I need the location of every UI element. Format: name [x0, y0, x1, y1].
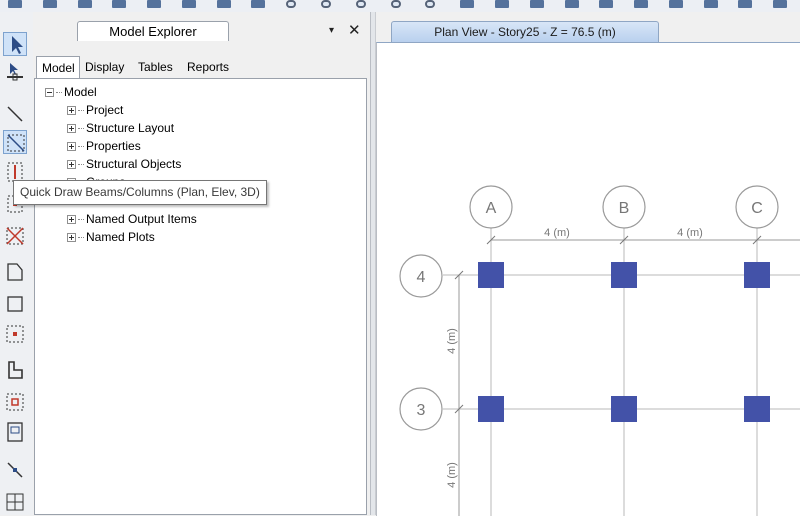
- dimension-label: 4 (m): [544, 227, 570, 239]
- shading-icon[interactable]: [704, 0, 720, 10]
- grid-label-c: C: [751, 200, 763, 217]
- plan-view-window: Plan View - Story25 - Z = 76.5 (m) A B C…: [376, 12, 800, 516]
- tooltip: Quick Draw Beams/Columns (Plan, Elev, 3D…: [13, 180, 267, 205]
- toolbar-icon[interactable]: [8, 0, 24, 10]
- pencil-icon[interactable]: [182, 0, 198, 10]
- collapse-icon[interactable]: [45, 88, 54, 98]
- grid-label-3: 3: [417, 402, 426, 419]
- tree-root[interactable]: Model: [45, 83, 97, 101]
- draw-wall-icon[interactable]: [3, 358, 27, 382]
- draw-line-icon[interactable]: [3, 102, 27, 126]
- plan-view-icon[interactable]: [530, 0, 546, 10]
- tree-item-label: Named Plots: [86, 230, 155, 244]
- column[interactable]: [478, 396, 504, 422]
- dimension-label: 4 (m): [677, 227, 703, 239]
- expand-icon[interactable]: [67, 142, 76, 152]
- tree-item-project[interactable]: Project: [67, 101, 123, 119]
- draw-brace-icon[interactable]: [3, 224, 27, 248]
- column[interactable]: [611, 262, 637, 288]
- draw-toolbar: [0, 12, 34, 515]
- tree-item-named-output-items[interactable]: Named Output Items: [67, 210, 197, 228]
- column[interactable]: [611, 396, 637, 422]
- tree-item-named-plots[interactable]: Named Plots: [67, 228, 155, 246]
- quick-floor-icon[interactable]: [3, 322, 27, 346]
- plan-view-tab[interactable]: Plan View - Story25 - Z = 76.5 (m): [391, 21, 659, 42]
- tree-item-label: Structural Objects: [86, 157, 182, 171]
- options-icon[interactable]: [773, 0, 789, 10]
- zoom-window-icon[interactable]: [356, 0, 372, 10]
- column[interactable]: [744, 262, 770, 288]
- expand-icon[interactable]: [67, 124, 76, 134]
- grid-label-b: B: [619, 200, 630, 217]
- grid-label-a: A: [486, 200, 497, 217]
- redo-icon[interactable]: [147, 0, 163, 10]
- dropdown-icon[interactable]: ▾: [329, 25, 334, 36]
- model-explorer-title[interactable]: Model Explorer: [77, 21, 229, 41]
- select-pointer-icon[interactable]: [3, 32, 27, 56]
- draw-rectangular-floor-icon[interactable]: [3, 292, 27, 316]
- reshape-pointer-icon[interactable]: [3, 60, 27, 84]
- elevation-view-icon[interactable]: [565, 0, 581, 10]
- tab-tables[interactable]: Tables: [133, 56, 181, 78]
- tab-reports[interactable]: Reports: [182, 56, 238, 78]
- pan-icon[interactable]: [460, 0, 476, 10]
- undo-icon[interactable]: [112, 0, 128, 10]
- grid-label-4: 4: [417, 269, 426, 286]
- draw-link-icon[interactable]: [3, 458, 27, 482]
- zoom-previous-icon[interactable]: [391, 0, 407, 10]
- column[interactable]: [478, 262, 504, 288]
- tab-model[interactable]: Model: [36, 56, 80, 78]
- model-tree: Model Project Structure Layout Propertie…: [34, 78, 367, 515]
- tree-item-structural-objects[interactable]: Structural Objects: [67, 155, 181, 173]
- tree-item-structure-layout[interactable]: Structure Layout: [67, 119, 174, 137]
- rotate-icon[interactable]: [599, 0, 615, 10]
- tree-root-label: Model: [64, 85, 97, 99]
- column[interactable]: [744, 396, 770, 422]
- expand-icon[interactable]: [67, 160, 76, 170]
- grid-icon[interactable]: [738, 0, 754, 10]
- zoom-out-icon[interactable]: [321, 0, 337, 10]
- 3d-view-icon[interactable]: [495, 0, 511, 10]
- toolbar-icon[interactable]: [78, 0, 94, 10]
- quick-wall-icon[interactable]: [3, 390, 27, 414]
- plan-canvas[interactable]: A B C 4 3 4 (m) 4 (m) 4 (m) 4 (m): [376, 42, 800, 516]
- arrow-icon[interactable]: [251, 0, 267, 10]
- tree-item-label: Structure Layout: [86, 121, 175, 135]
- tab-display[interactable]: Display: [80, 56, 132, 78]
- dimension-label: 4 (m): [446, 328, 458, 354]
- tree-item-label: Properties: [86, 139, 141, 153]
- quick-draw-beams-icon[interactable]: [3, 130, 27, 154]
- draw-grid-icon[interactable]: [3, 490, 27, 514]
- zoom-fit-icon[interactable]: [425, 0, 441, 10]
- dimension-label: 4 (m): [446, 462, 458, 488]
- tree-item-label: Named Output Items: [86, 212, 197, 226]
- expand-icon[interactable]: [67, 233, 76, 243]
- display-icon[interactable]: [669, 0, 685, 10]
- close-icon[interactable]: ✕: [348, 21, 361, 39]
- zoom-in-icon[interactable]: [286, 0, 302, 10]
- expand-icon[interactable]: [67, 215, 76, 225]
- lock-icon[interactable]: [217, 0, 233, 10]
- draw-opening-icon[interactable]: [3, 420, 27, 444]
- draw-floor-icon[interactable]: [3, 260, 27, 284]
- model-explorer-panel: Model Explorer ▾ ✕ Model Display Tables …: [33, 12, 370, 515]
- binoculars-icon[interactable]: [634, 0, 650, 10]
- expand-icon[interactable]: [67, 106, 76, 116]
- plan-drawing: A B C 4 3 4 (m) 4 (m) 4 (m) 4 (m): [399, 185, 800, 516]
- toolbar-icon[interactable]: [43, 0, 59, 10]
- tree-item-label: Project: [86, 103, 124, 117]
- tree-item-properties[interactable]: Properties: [67, 137, 141, 155]
